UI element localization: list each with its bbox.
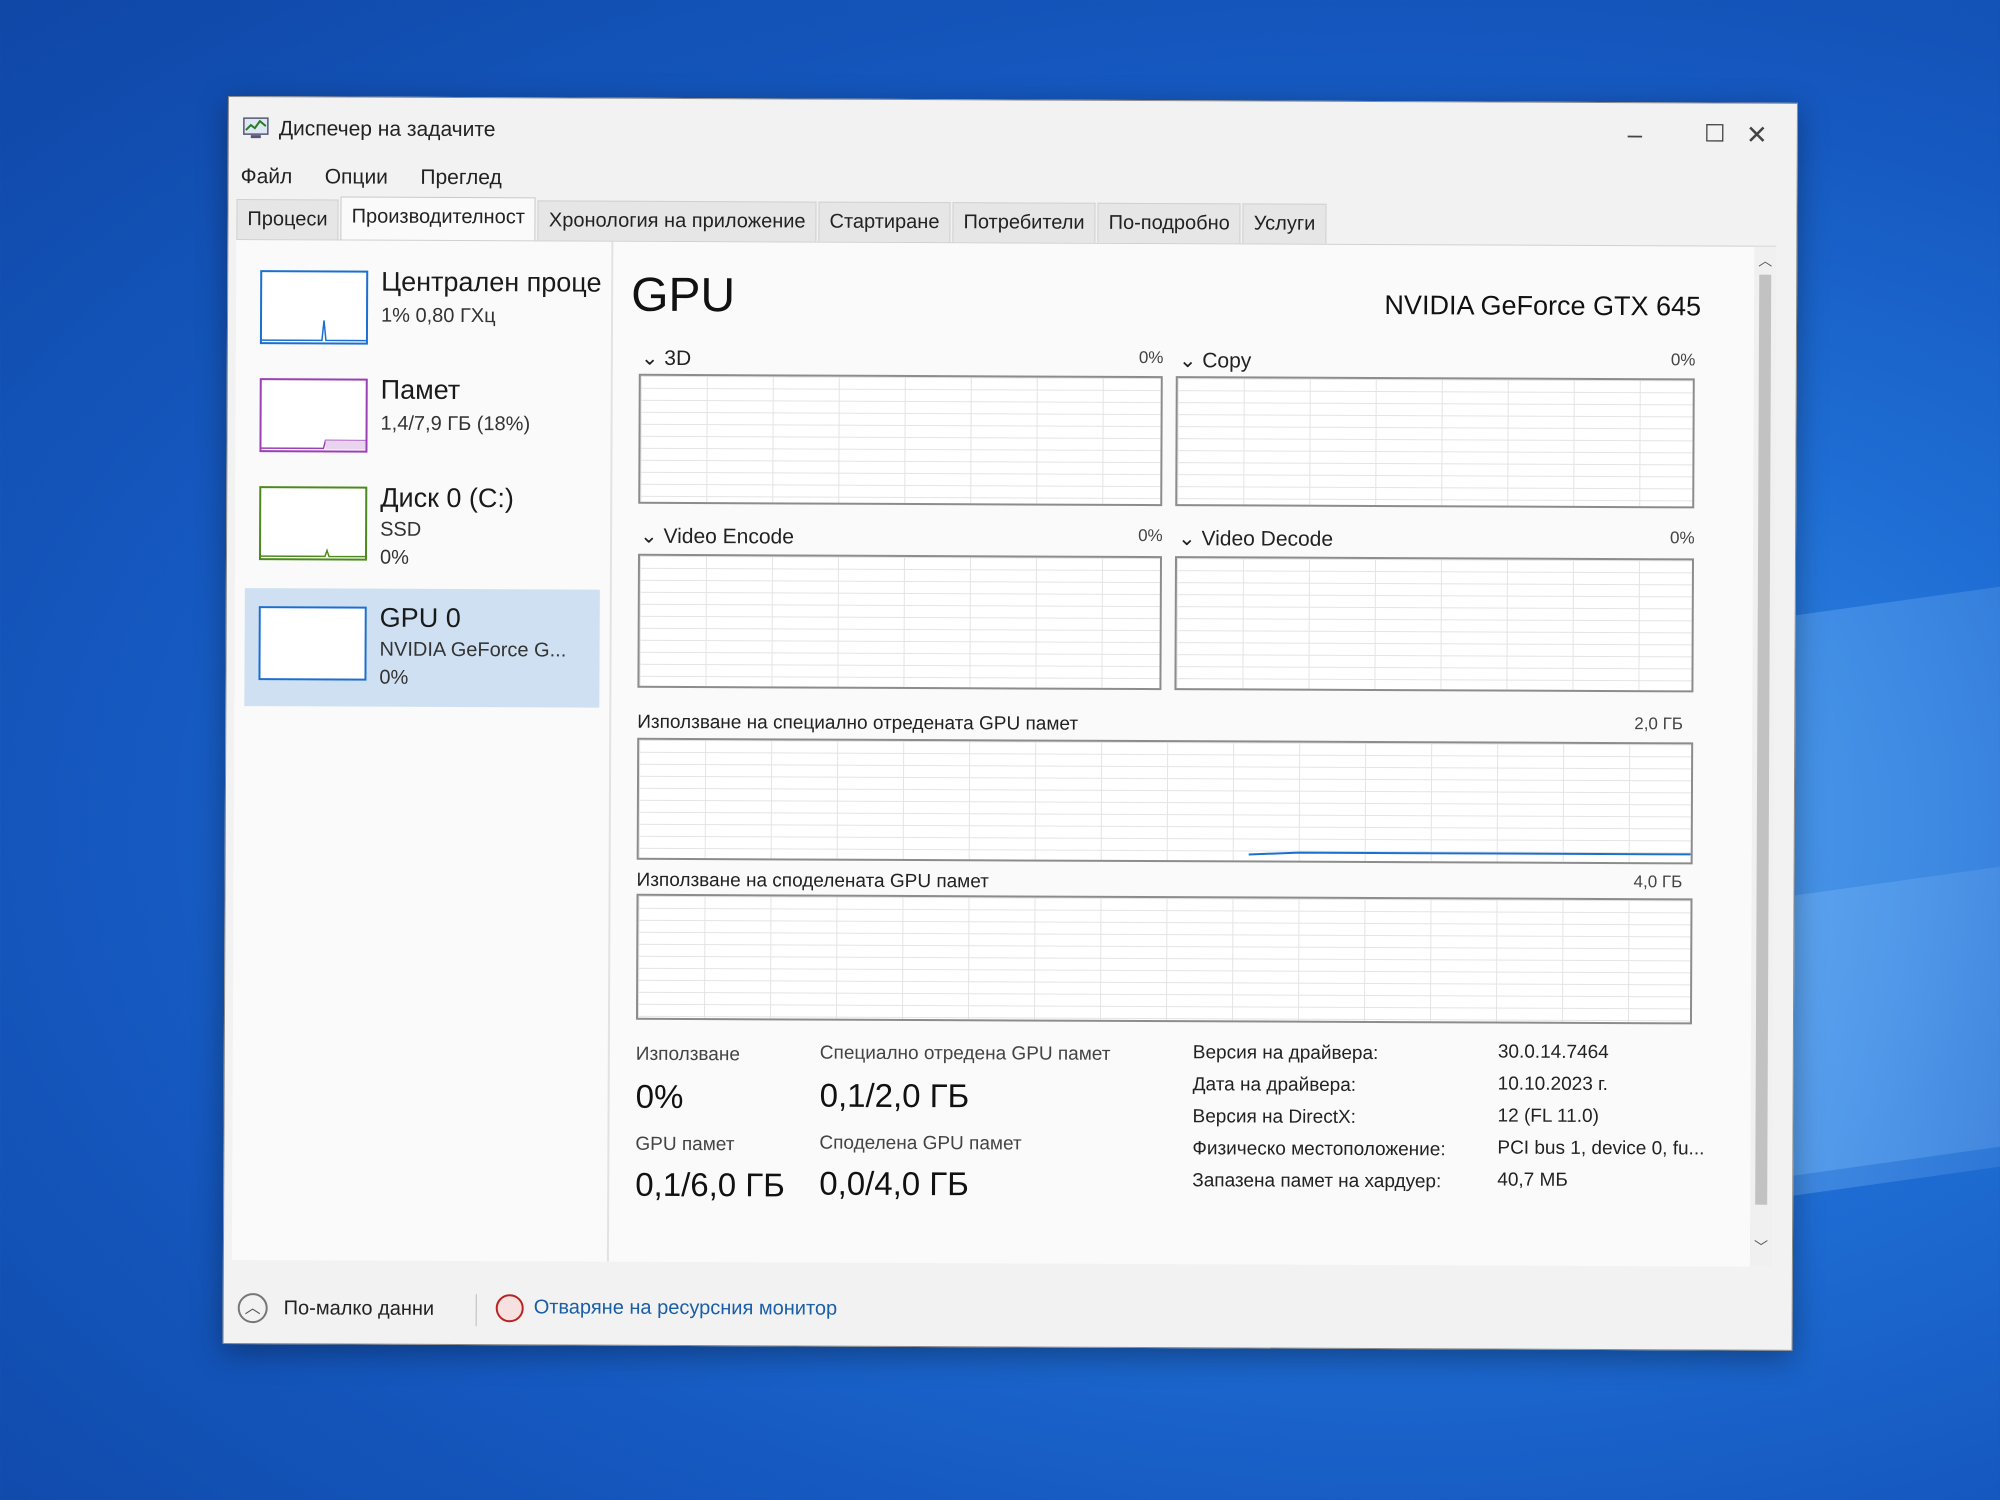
- sidebar-item-percent: 0%: [379, 666, 409, 689]
- dedicated-memory-value: 0,1/2,0 ГБ: [819, 1076, 970, 1115]
- footer-divider: [475, 1294, 477, 1327]
- open-resource-monitor-link[interactable]: Отваряне на ресурсния монитор: [534, 1296, 838, 1320]
- menu-bar: Файл Опции Преглед: [239, 159, 528, 196]
- tab-services[interactable]: Услуги: [1242, 203, 1327, 244]
- driver-date-label: Дата на драйвера:: [1192, 1074, 1357, 1096]
- tab-startup[interactable]: Стартиране: [818, 201, 951, 243]
- graph-video-encode: [637, 553, 1163, 691]
- tab-users[interactable]: Потребители: [952, 202, 1096, 243]
- memory-graph-thumbnail: [259, 378, 368, 453]
- tab-processes[interactable]: Процеси: [236, 199, 339, 240]
- sidebar-item-label: Памет: [380, 374, 461, 406]
- physical-location-label: Физическо местоположение:: [1192, 1138, 1446, 1161]
- page-title: GPU: [631, 268, 736, 323]
- chevron-up-icon[interactable]: ︿: [237, 1293, 268, 1324]
- graph-video-decode: [1174, 556, 1694, 693]
- sidebar-item-detail: NVIDIA GeForce G...: [379, 638, 567, 662]
- chevron-down-icon: ⌄: [640, 524, 664, 548]
- sidebar-item-disk[interactable]: Диск 0 (C:) SSD 0%: [245, 472, 600, 586]
- sidebar-item-detail: 1,4/7,9 ГБ (18%): [380, 412, 531, 436]
- sidebar-item-cpu[interactable]: Централен проце 1% 0,80 ГХц: [246, 256, 601, 370]
- graph-video-encode-percent: 0%: [1138, 525, 1163, 546]
- driver-date-value: 10.10.2023 г.: [1497, 1073, 1609, 1096]
- close-icon: ✕: [1745, 119, 1768, 150]
- graph-3d: [638, 373, 1163, 507]
- graph-copy-selector[interactable]: ⌄ Copy: [1179, 348, 1252, 373]
- hardware-reserved-memory-label: Запазена памет на хардуер:: [1192, 1170, 1442, 1193]
- vertical-scrollbar[interactable]: ︿ ﹀: [1749, 246, 1777, 1267]
- graph-video-decode-percent: 0%: [1670, 528, 1695, 548]
- chevron-down-icon: ⌄: [1178, 349, 1203, 373]
- dedicated-memory-graph-max: 2,0 ГБ: [1634, 714, 1684, 734]
- performance-panel: Централен проце 1% 0,80 ГХц Памет 1,4/7,…: [231, 239, 1777, 1267]
- physical-location-value: PCI bus 1, device 0, fu...: [1497, 1137, 1705, 1160]
- minimize-icon: –: [1627, 119, 1643, 150]
- chevron-down-icon: ⌄: [640, 346, 665, 370]
- gpu-model-name: NVIDIA GeForce GTX 645: [1384, 290, 1702, 322]
- tab-performance[interactable]: Производителност: [340, 196, 536, 241]
- driver-version-value: 30.0.14.7464: [1497, 1041, 1609, 1064]
- shared-memory-value: 0,0/4,0 ГБ: [819, 1164, 969, 1203]
- graph-3d-label: 3D: [664, 346, 692, 371]
- directx-version-label: Версия на DirectX:: [1192, 1106, 1357, 1128]
- graph-3d-selector[interactable]: ⌄ 3D: [641, 346, 691, 371]
- sidebar-item-label: GPU 0: [379, 602, 461, 634]
- wallpaper-light-beam: [1790, 863, 2000, 1197]
- menu-options[interactable]: Опции: [323, 159, 388, 189]
- sidebar-item-label: Централен проце: [381, 266, 602, 298]
- menu-file[interactable]: Файл: [239, 159, 293, 189]
- gpu-detail-panel: GPU NVIDIA GeForce GTX 645 ⌄ 3D 0% ⌄ Cop…: [627, 242, 1741, 1267]
- sidebar-item-detail: SSD: [380, 518, 422, 541]
- graph-video-encode-selector[interactable]: ⌄ Video Encode: [640, 524, 794, 550]
- resource-sidebar: Централен проце 1% 0,80 ГХц Памет 1,4/7,…: [231, 240, 614, 1262]
- shared-memory-graph-label: Използване на споделената GPU памет: [636, 869, 989, 893]
- task-manager-window: Диспечер на задачите – ☐ ✕ Файл Опции Пр…: [222, 96, 1798, 1351]
- scroll-up-icon[interactable]: ︿: [1756, 251, 1774, 271]
- graph-video-encode-label: Video Encode: [663, 524, 794, 549]
- fewer-details-button[interactable]: По-малко данни: [284, 1297, 435, 1321]
- graph-copy: [1175, 376, 1695, 509]
- dedicated-memory-label: Специално отредена GPU памет: [819, 1042, 1111, 1065]
- sidebar-item-percent: 0%: [379, 546, 409, 569]
- usage-label: Използване: [635, 1043, 740, 1066]
- graph-copy-label: Copy: [1202, 349, 1252, 373]
- title-bar[interactable]: Диспечер на задачите – ☐ ✕: [229, 97, 1797, 166]
- chevron-down-icon: ⌄: [1178, 527, 1202, 551]
- directx-version-value: 12 (FL 11.0): [1497, 1105, 1599, 1127]
- sidebar-item-gpu[interactable]: GPU 0 NVIDIA GeForce G... 0%: [244, 588, 600, 708]
- tab-details[interactable]: По-подробно: [1097, 202, 1241, 244]
- window-title: Диспечер на задачите: [278, 117, 496, 142]
- close-button[interactable]: ✕: [1717, 111, 1797, 157]
- dedicated-memory-graph-label: Използване на специално отредената GPU п…: [637, 711, 1079, 735]
- gpu-memory-value: 0,1/6,0 ГБ: [635, 1165, 785, 1204]
- disk-graph-thumbnail: [258, 486, 368, 561]
- usage-value: 0%: [635, 1077, 684, 1115]
- shared-memory-graph-max: 4,0 ГБ: [1633, 872, 1683, 892]
- sidebar-item-memory[interactable]: Памет 1,4/7,9 ГБ (18%): [245, 364, 600, 478]
- graph-3d-percent: 0%: [1138, 347, 1164, 368]
- sidebar-item-label: Диск 0 (C:): [380, 482, 515, 514]
- footer-bar: ︿ По-малко данни Отваряне на ресурсния м…: [224, 1259, 1792, 1350]
- minimize-button[interactable]: –: [1595, 111, 1675, 157]
- shared-memory-label: Споделена GPU памет: [819, 1132, 1022, 1155]
- gpu-memory-label: GPU памет: [635, 1133, 735, 1156]
- graph-copy-percent: 0%: [1670, 350, 1696, 370]
- scroll-down-icon[interactable]: ﹀: [1752, 1237, 1770, 1257]
- shared-memory-graph: [635, 893, 1693, 1025]
- graph-video-decode-selector[interactable]: ⌄ Video Decode: [1178, 526, 1333, 552]
- menu-view[interactable]: Преглед: [418, 160, 502, 190]
- gpu-graph-thumbnail: [258, 606, 367, 681]
- graph-video-decode-label: Video Decode: [1201, 527, 1334, 551]
- scrollbar-thumb[interactable]: [1755, 274, 1772, 1205]
- sidebar-item-detail: 1% 0,80 ГХц: [380, 304, 496, 328]
- driver-version-label: Версия на драйвера:: [1192, 1042, 1379, 1065]
- dedicated-memory-graph: [636, 737, 1694, 865]
- hardware-reserved-memory-value: 40,7 МБ: [1497, 1169, 1568, 1191]
- cpu-graph-thumbnail: [259, 270, 369, 345]
- tab-app-history[interactable]: Хронология на приложение: [537, 200, 817, 242]
- resource-monitor-icon[interactable]: [495, 1294, 524, 1323]
- tab-strip: Процеси Производителност Хронология на при…: [236, 196, 1328, 244]
- task-manager-icon: [243, 117, 269, 139]
